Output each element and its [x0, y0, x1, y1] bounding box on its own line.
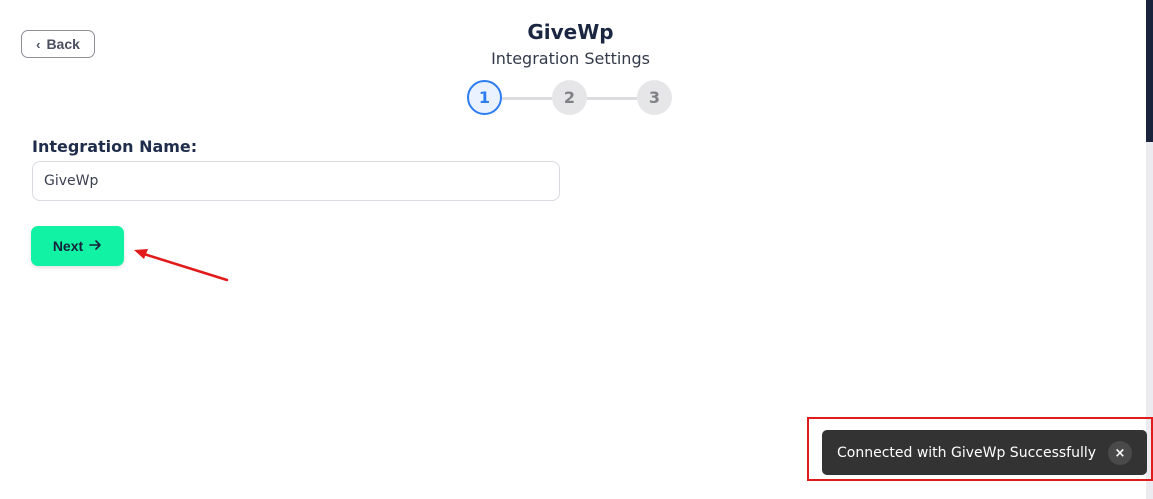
- right-edge-dark-panel: [1146, 0, 1153, 142]
- close-icon[interactable]: ×: [1108, 441, 1132, 465]
- next-button-label: Next: [52, 238, 84, 254]
- arrow-right-icon: [89, 238, 102, 254]
- step-2[interactable]: 2: [552, 80, 587, 115]
- stepper-connector: [502, 97, 552, 100]
- stepper-connector: [587, 97, 637, 100]
- stepper: 1 2 3: [467, 80, 673, 116]
- toast-message: Connected with GiveWp Successfully: [837, 444, 1097, 461]
- integration-name-input[interactable]: [32, 161, 560, 201]
- page-subtitle: Integration Settings: [491, 49, 650, 68]
- success-toast: Connected with GiveWp Successfully ×: [822, 430, 1147, 475]
- step-3[interactable]: 3: [637, 80, 672, 115]
- annotation-arrow: [134, 249, 229, 282]
- next-button[interactable]: Next: [31, 226, 124, 266]
- integration-name-label: Integration Name:: [32, 137, 198, 156]
- step-1[interactable]: 1: [467, 80, 502, 115]
- page-title: GiveWp: [527, 20, 614, 44]
